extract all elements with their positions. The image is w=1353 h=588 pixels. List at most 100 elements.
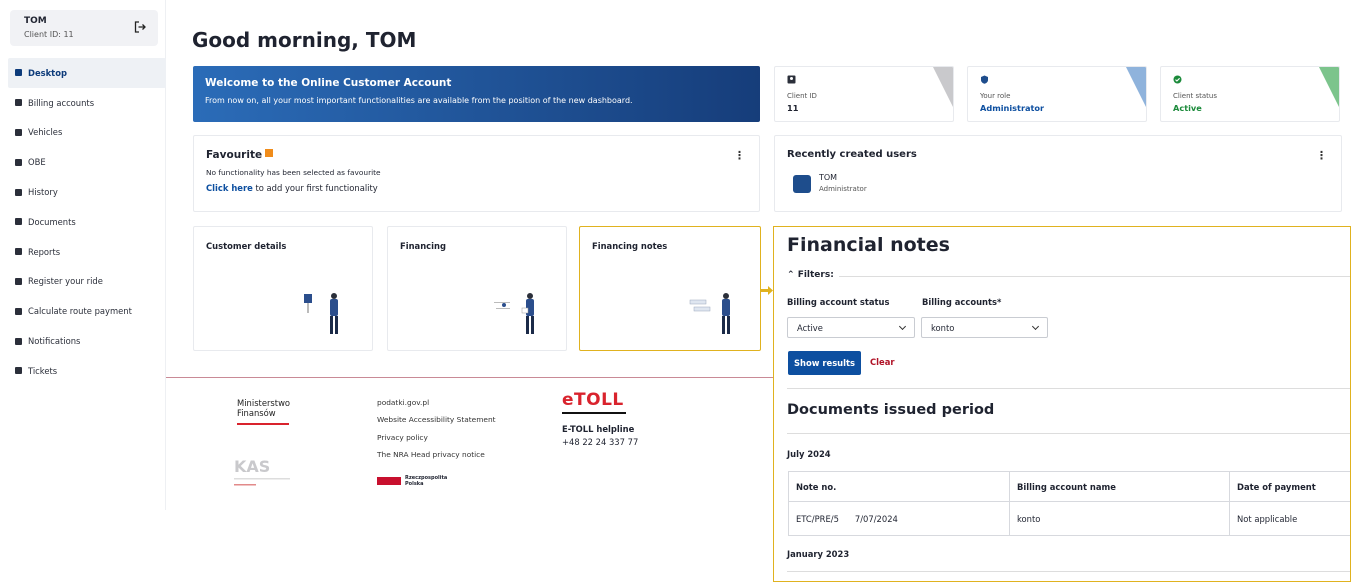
footer-link-podatki[interactable]: podatki.gov.pl	[377, 398, 496, 407]
favourite-title-text: Favourite	[206, 149, 263, 161]
sidebar-nav: Desktop Billing accounts Vehicles OBE Hi…	[8, 58, 166, 386]
month-heading: January 2023	[787, 549, 850, 559]
helpline-label: E-TOLL helpline	[562, 424, 635, 434]
financial-notes-panel: Financial notes ⌃ Filters: Billing accou…	[773, 226, 1351, 582]
note-date: 7/07/2024	[854, 513, 898, 524]
billing-status-select[interactable]: Active	[787, 317, 915, 338]
sidebar-item-tickets[interactable]: Tickets	[8, 356, 166, 386]
welcome-banner: Welcome to the Online Customer Account F…	[193, 66, 760, 122]
tile-financing-notes[interactable]: Financing notes	[579, 226, 761, 351]
register-icon	[14, 277, 23, 286]
footer-link-privacy[interactable]: Privacy policy	[377, 433, 496, 442]
client-id-card: Client ID 11	[774, 66, 954, 122]
sidebar-item-desktop[interactable]: Desktop	[8, 58, 166, 88]
tile-title: Customer details	[206, 241, 287, 251]
billing-accounts-select[interactable]: konto	[921, 317, 1048, 338]
logout-icon[interactable]	[134, 21, 146, 33]
person-illustration-icon	[304, 293, 338, 334]
add-favourite-link[interactable]: Click here	[206, 183, 253, 193]
sidebar-item-label: History	[28, 187, 58, 198]
shield-icon	[981, 75, 988, 84]
svg-text:KAS: KAS	[234, 457, 270, 476]
clear-button[interactable]: Clear	[870, 357, 894, 367]
sidebar-item-documents[interactable]: Documents	[8, 207, 166, 237]
document-icon	[14, 217, 23, 226]
filters-label: Filters:	[797, 270, 834, 280]
table-row[interactable]: ETC/PRE/5 7/07/2024 konto Not applicable	[788, 501, 1350, 536]
cell-account: konto	[1009, 501, 1230, 536]
sidebar-item-label: Register your ride	[28, 276, 103, 287]
show-results-button[interactable]: Show results	[788, 351, 861, 375]
info-label: Client ID	[787, 92, 817, 100]
col-account-name: Billing account name	[1009, 471, 1230, 502]
billing-accounts-value: konto	[931, 323, 955, 333]
user-box: TOM Client ID: 11	[10, 10, 158, 46]
favourite-message: No functionality has been selected as fa…	[206, 168, 381, 177]
col-note-no: Note no.	[788, 471, 1010, 502]
info-value: Active	[1173, 103, 1202, 113]
favourite-card: Favourite No functionality has been sele…	[193, 135, 760, 212]
star-icon	[265, 149, 274, 157]
page-title: Good morning, TOM	[192, 28, 417, 52]
sidebar: TOM Client ID: 11 Desktop Billing accoun…	[0, 0, 166, 510]
sidebar-item-register-ride[interactable]: Register your ride	[8, 267, 166, 297]
more-options-icon[interactable]: ⋮	[1316, 150, 1327, 161]
etoll-logo-bar	[562, 412, 626, 414]
tile-title: Financing notes	[592, 241, 668, 251]
card-accent	[1319, 67, 1339, 107]
info-label: Client status	[1173, 92, 1217, 100]
sidebar-item-history[interactable]: History	[8, 177, 166, 207]
role-card: Your role Administrator	[967, 66, 1147, 122]
device-icon	[14, 158, 23, 167]
sidebar-item-label: Desktop	[28, 67, 67, 78]
favourite-link-suffix: to add your first functionality	[252, 183, 378, 193]
sidebar-item-label: Billing accounts	[28, 97, 95, 108]
helpline-phone: +48 22 24 337 77	[562, 437, 639, 447]
ticket-icon	[14, 366, 23, 375]
recent-user-name: TOM	[819, 173, 838, 182]
status-card: Client status Active	[1160, 66, 1340, 122]
arrow-right-icon	[761, 286, 773, 295]
flag-icon	[377, 477, 401, 485]
footer-links: podatki.gov.pl Website Accessibility Sta…	[377, 398, 496, 467]
sidebar-item-label: Vehicles	[28, 127, 63, 138]
info-value: Administrator	[980, 103, 1045, 113]
person-illustration-icon	[494, 293, 534, 334]
footer-link-accessibility[interactable]: Website Accessibility Statement	[377, 415, 496, 424]
sidebar-item-notifications[interactable]: Notifications	[8, 326, 166, 356]
id-card-icon	[787, 75, 796, 84]
sidebar-item-label: Tickets	[28, 365, 58, 376]
billing-status-value: Active	[797, 323, 823, 333]
tile-financing[interactable]: Financing	[387, 226, 567, 351]
footer-link-nra-privacy[interactable]: The NRA Head privacy notice	[377, 450, 496, 459]
sidebar-item-billing-accounts[interactable]: Billing accounts	[8, 88, 166, 118]
sidebar-item-label: Calculate route payment	[28, 306, 132, 317]
col-date-of-payment: Date of payment	[1229, 471, 1350, 502]
sidebar-item-label: Documents	[28, 216, 76, 227]
sidebar-item-obe[interactable]: OBE	[8, 147, 166, 177]
bell-icon	[14, 337, 23, 346]
filters-divider	[839, 276, 1350, 277]
documents-period-title: Documents issued period	[787, 402, 995, 418]
divider	[787, 433, 1350, 434]
billing-status-label: Billing account status	[787, 297, 890, 307]
billing-icon	[14, 98, 23, 107]
notes-table: Note no. Billing account name Date of pa…	[788, 471, 1350, 536]
sidebar-item-vehicles[interactable]: Vehicles	[8, 118, 166, 148]
sidebar-item-label: Reports	[28, 246, 61, 257]
sidebar-item-calculate-route[interactable]: Calculate route payment	[8, 296, 166, 326]
month-heading: July 2024	[787, 449, 831, 459]
calculator-icon	[14, 307, 23, 316]
card-accent	[933, 67, 953, 107]
welcome-title: Welcome to the Online Customer Account	[205, 77, 452, 89]
cell-note: ETC/PRE/5 7/07/2024	[788, 501, 1010, 536]
person-illustration-icon	[689, 293, 730, 334]
info-value: 11	[787, 103, 799, 113]
filters-toggle[interactable]: ⌃ Filters:	[787, 270, 834, 280]
tile-customer-details[interactable]: Customer details	[193, 226, 373, 351]
billing-accounts-label: Billing accounts*	[922, 297, 1002, 307]
etoll-logo-text: eTOLL	[562, 390, 624, 410]
recent-users-title: Recently created users	[787, 149, 917, 160]
more-options-icon[interactable]: ⋮	[734, 150, 745, 161]
sidebar-item-reports[interactable]: Reports	[8, 237, 166, 267]
